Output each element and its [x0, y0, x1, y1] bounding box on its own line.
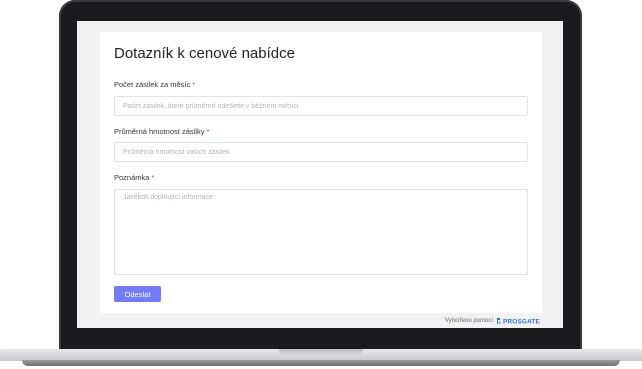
shipments-per-month-input[interactable] [114, 96, 528, 116]
field-label-weight: Průměrná hmotnost zásilky * [114, 127, 209, 136]
powered-by-text: Vytvořeno pomocí [444, 318, 493, 324]
laptop-screen: Dotazník k cenové nabídce Počet zásilek … [77, 21, 563, 328]
form-title: Dotazník k cenové nabídce [114, 45, 295, 62]
field-label-text: Počet zásilek za měsíc [114, 80, 191, 89]
field-label-text: Průměrná hmotnost zásilky [114, 127, 205, 136]
field-label-note: Poznámka * [114, 173, 154, 182]
quote-form: Dotazník k cenové nabídce Počet zásilek … [100, 32, 542, 313]
note-textarea[interactable] [114, 189, 528, 275]
field-label-text: Poznámka [114, 173, 150, 182]
average-weight-input[interactable] [114, 142, 528, 162]
field-label-shipments: Počet zásilek za měsíc * [114, 80, 195, 89]
svg-text:PROSGATE: PROSGATE [503, 319, 541, 325]
laptop-notch [279, 349, 363, 355]
required-mark: * [151, 173, 155, 182]
required-mark: * [206, 127, 210, 136]
powered-by-footer: Vytvořeno pomocí PROSGATE [445, 317, 542, 325]
prosgate-logo-icon: PROSGATE [497, 318, 541, 325]
required-mark: * [192, 80, 196, 89]
laptop-mockup: Dotazník k cenové nabídce Počet zásilek … [0, 0, 642, 369]
submit-button[interactable]: Odeslat [114, 286, 161, 302]
laptop-base-edge [22, 360, 620, 366]
prosgate-logo-link[interactable]: PROSGATE [496, 317, 542, 325]
